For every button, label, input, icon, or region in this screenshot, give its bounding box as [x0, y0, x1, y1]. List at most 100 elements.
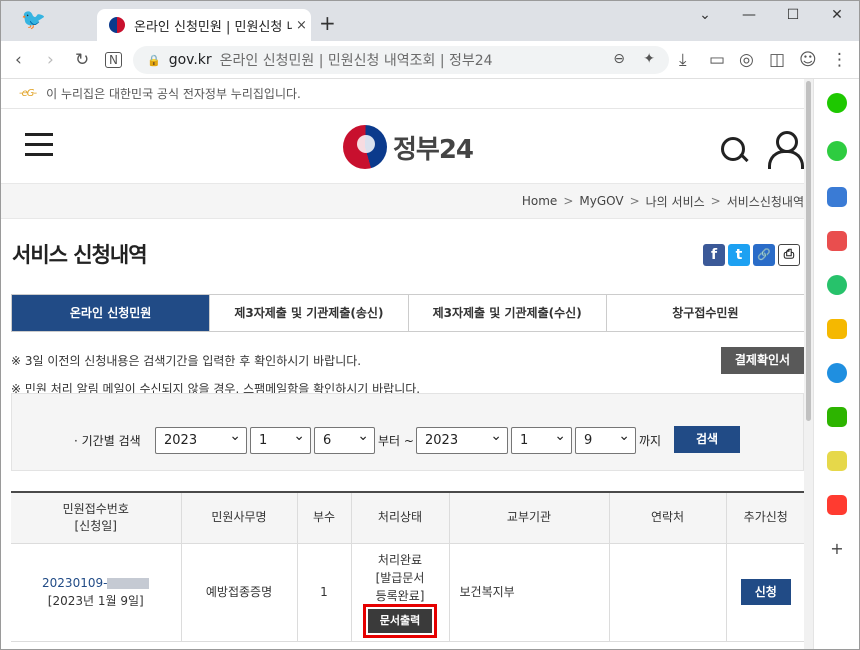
papago-icon[interactable]	[827, 363, 847, 383]
print-icon[interactable]: ⎙	[778, 244, 800, 266]
breadcrumb: Home > MyGOV > 나의 서비스 > 서비스신청내역	[1, 183, 804, 219]
memo-icon[interactable]	[827, 451, 847, 471]
to-text: 까지	[639, 434, 662, 448]
col-agency: 교부기관	[448, 492, 610, 544]
egov-mark-icon: -eG-	[19, 88, 37, 99]
breadcrumb-mygov[interactable]: MyGOV	[579, 194, 623, 208]
from-text: 부터 ~	[378, 434, 414, 448]
download-icon[interactable]: ⤓	[679, 50, 687, 70]
table-row: 20230109- [2023년 1월 9일] 예방접종증명 1 처리완료 [발…	[11, 542, 804, 642]
table-header-row: 민원접수번호 [신청일] 민원사무명 부수 처리상태 교부기관 연락처 추가신청	[11, 492, 804, 544]
close-window-button[interactable]: ✕	[815, 1, 859, 31]
star-icon[interactable]	[827, 319, 847, 339]
breadcrumb-home[interactable]: Home	[522, 194, 557, 208]
col-status: 처리상태	[350, 492, 450, 544]
receipt-number-link[interactable]: 20230109-	[42, 576, 107, 590]
naver-green-icon[interactable]	[827, 93, 847, 113]
video-icon[interactable]: ▭	[709, 50, 725, 70]
reload-icon[interactable]: ↻	[75, 50, 89, 70]
menu-kebab-icon[interactable]: ⋮	[831, 50, 848, 70]
logo-text: 정부24	[393, 134, 474, 165]
cell-agency: 보건복지부	[448, 542, 610, 642]
browser-logo-icon: 🐦	[21, 7, 46, 31]
twitter-icon[interactable]: t	[728, 244, 750, 266]
back-arrow-icon[interactable]: ‹	[15, 50, 22, 70]
breadcrumb-separator: >	[629, 194, 640, 208]
page-title-area: 서비스 신청내역 f t 🔗 ⎙	[1, 219, 804, 281]
webpage: -eG- 이 누리집은 대한민국 공식 전자정부 누리집입니다. 정부24 Ho…	[1, 79, 804, 649]
to-month-select[interactable]: 1	[511, 424, 572, 454]
site-header: 정부24	[1, 109, 804, 183]
breadcrumb-my-service[interactable]: 나의 서비스	[646, 193, 705, 210]
url-domain: gov.kr	[168, 52, 212, 68]
breadcrumb-separator: >	[563, 194, 574, 208]
user-icon[interactable]	[767, 131, 804, 169]
lock-icon[interactable]: 🔒	[147, 54, 161, 67]
search-icon[interactable]	[719, 135, 749, 165]
tab-third-party-send[interactable]: 제3자제출 및 기관제출(송신)	[209, 295, 408, 331]
print-document-button[interactable]: 문서출력	[362, 604, 438, 638]
col-extra: 추가신청	[725, 492, 804, 544]
now-icon[interactable]	[827, 495, 847, 515]
from-day-select[interactable]: 6	[314, 424, 375, 454]
browser-toolbar: ‹ › ↻ N 🔒 gov.kr 온라인 신청민원 | 민원신청 내역조회 | …	[1, 41, 859, 79]
gov-notice-text: 이 누리집은 대한민국 공식 전자정부 누리집입니다.	[46, 87, 301, 101]
maximize-button[interactable]: ☐	[771, 1, 815, 31]
alarm-icon[interactable]	[827, 141, 847, 161]
period-filter: · 기간별 검색 2023 1 6 부터 ~ 2023 1 9 까지 검색	[11, 393, 804, 471]
from-month-select[interactable]: 1	[250, 424, 311, 454]
filter-label: · 기간별 검색	[74, 434, 141, 448]
status-text: 등록완료]	[375, 589, 425, 603]
link-icon[interactable]: 🔗	[753, 244, 775, 266]
apply-button[interactable]: 신청	[740, 579, 791, 605]
breadcrumb-current[interactable]: 서비스신청내역	[727, 193, 804, 210]
to-year-select[interactable]: 2023	[416, 424, 508, 454]
wallet-icon[interactable]	[827, 187, 847, 207]
col-receipt-no-label: 민원접수번호	[62, 501, 129, 516]
browser-window: 🐦 온라인 신청민원 | 민원신청 내역 × + ⌄ — ☐ ✕ ‹ › ↻ N…	[0, 0, 860, 650]
tab-close-icon[interactable]: ×	[296, 18, 307, 33]
split-view-icon[interactable]: ◫	[769, 50, 785, 70]
new-tab-button[interactable]: +	[319, 13, 336, 33]
forward-arrow-icon[interactable]: ›	[47, 50, 54, 70]
tab-third-party-receive[interactable]: 제3자제출 및 기관제출(수신)	[407, 295, 606, 331]
window-controls: ⌄ — ☐ ✕	[683, 1, 859, 31]
facebook-icon[interactable]: f	[703, 244, 725, 266]
payment-confirm-button[interactable]: 결제확인서	[721, 347, 804, 374]
address-bar[interactable]: 🔒 gov.kr 온라인 신청민원 | 민원신청 내역조회 | 정부24 ⊖ ✦	[133, 46, 669, 74]
tab-title: 온라인 신청민원 | 민원신청 내역	[134, 19, 292, 35]
from-year-select[interactable]: 2023	[155, 424, 247, 454]
apply-date: [2023년 1월 9일]	[47, 594, 144, 608]
cell-status: 처리완료 [발급문서 등록완료] 문서출력	[350, 542, 450, 642]
gov-favicon-icon	[109, 17, 125, 33]
search-button[interactable]: 검색	[674, 426, 740, 453]
cell-copies: 1	[296, 542, 352, 642]
taegeuk-emblem-icon	[343, 125, 387, 169]
gov24-logo[interactable]: 정부24	[343, 125, 474, 169]
redacted-block	[107, 578, 150, 589]
hamburger-menu-icon[interactable]	[25, 133, 53, 156]
puzzle-icon[interactable]: ✦	[643, 51, 655, 67]
page-scrollbar[interactable]	[804, 79, 813, 649]
tab-strip: 🐦 온라인 신청민원 | 민원신청 내역 × + ⌄ — ☐ ✕	[1, 1, 859, 41]
browser-tab[interactable]: 온라인 신청민원 | 민원신청 내역 ×	[97, 9, 311, 41]
to-day-select[interactable]: 9	[575, 424, 636, 454]
url-page-title: 온라인 신청민원 | 민원신청 내역조회 | 정부24	[219, 53, 493, 69]
pocket-icon[interactable]	[827, 231, 847, 251]
tab-online[interactable]: 온라인 신청민원	[12, 295, 210, 331]
minimize-button[interactable]: —	[727, 1, 771, 31]
tab-search-chevron-icon[interactable]: ⌄	[683, 1, 727, 31]
notice-text: ※ 3일 이전의 신청내용은 검색기간을 입력한 후 확인하시기 바랍니다.	[11, 354, 362, 368]
capture-icon[interactable]: ◎	[739, 50, 754, 70]
play-icon[interactable]	[827, 275, 847, 295]
tab-counter[interactable]: 창구접수민원	[605, 295, 804, 331]
service-tabs: 온라인 신청민원 제3자제출 및 기관제출(송신) 제3자제출 및 기관제출(수…	[11, 294, 804, 332]
profile-icon[interactable]: ☺	[799, 50, 817, 70]
zoom-icon[interactable]: ⊖	[613, 51, 625, 67]
status-text: [발급문서	[375, 571, 425, 585]
naver-extension-icon[interactable]: N	[105, 52, 122, 68]
scroll-thumb[interactable]	[806, 81, 811, 421]
add-icon[interactable]: +	[827, 539, 847, 559]
cell-contact	[608, 542, 727, 642]
webtoon-icon[interactable]	[827, 407, 847, 427]
